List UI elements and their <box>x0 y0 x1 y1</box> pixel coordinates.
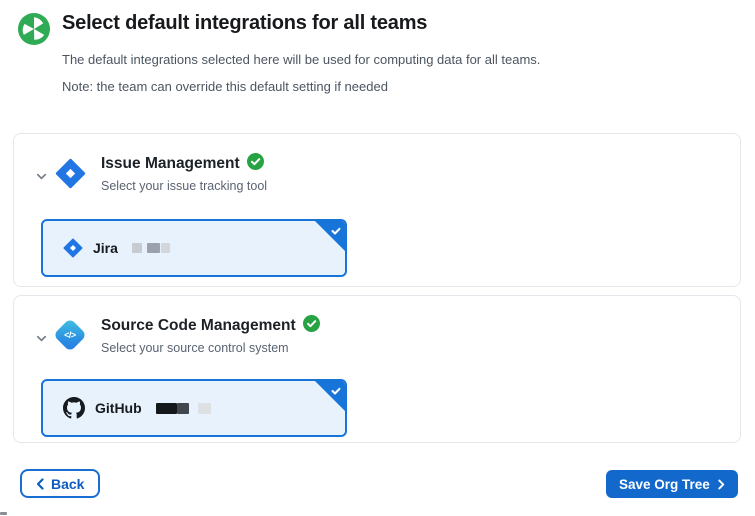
source-code-icon: </> <box>53 318 87 352</box>
redacted-text <box>132 243 170 253</box>
completed-check-icon <box>303 315 320 337</box>
save-org-tree-button[interactable]: Save Org Tree <box>606 470 738 498</box>
save-button-label: Save Org Tree <box>619 477 710 492</box>
app-logo-icon <box>18 13 50 45</box>
section-subtitle: Select your issue tracking tool <box>101 179 267 193</box>
code-glyph: </> <box>64 330 76 340</box>
jira-icon <box>55 158 86 189</box>
selected-check-icon <box>315 221 345 251</box>
page-description: The default integrations selected here w… <box>62 52 540 67</box>
jira-icon <box>63 238 83 258</box>
back-button-label: Back <box>51 476 84 492</box>
section-title: Source Code Management <box>101 317 296 335</box>
option-label: GitHub <box>95 400 142 416</box>
section-title: Issue Management <box>101 155 240 173</box>
window-edge-artifact <box>0 512 7 515</box>
option-github-selected[interactable]: GitHub <box>41 379 347 437</box>
page-title: Select default integrations for all team… <box>62 12 427 35</box>
selected-check-icon <box>315 381 345 411</box>
section-source-code-management: </> Source Code Management Select your s… <box>13 295 741 443</box>
completed-check-icon <box>247 153 264 175</box>
section-subtitle: Select your source control system <box>101 341 289 355</box>
chevron-down-icon[interactable] <box>34 331 50 347</box>
option-label: Jira <box>93 240 118 256</box>
chevron-down-icon[interactable] <box>34 169 50 185</box>
page-note: Note: the team can override this default… <box>62 79 388 94</box>
redacted-text <box>156 403 211 414</box>
chevron-right-icon <box>718 479 725 490</box>
github-icon <box>63 397 85 419</box>
section-issue-management: Issue Management Select your issue track… <box>13 133 741 287</box>
option-jira-selected[interactable]: Jira <box>41 219 347 277</box>
chevron-left-icon <box>36 478 44 490</box>
back-button[interactable]: Back <box>20 469 100 498</box>
